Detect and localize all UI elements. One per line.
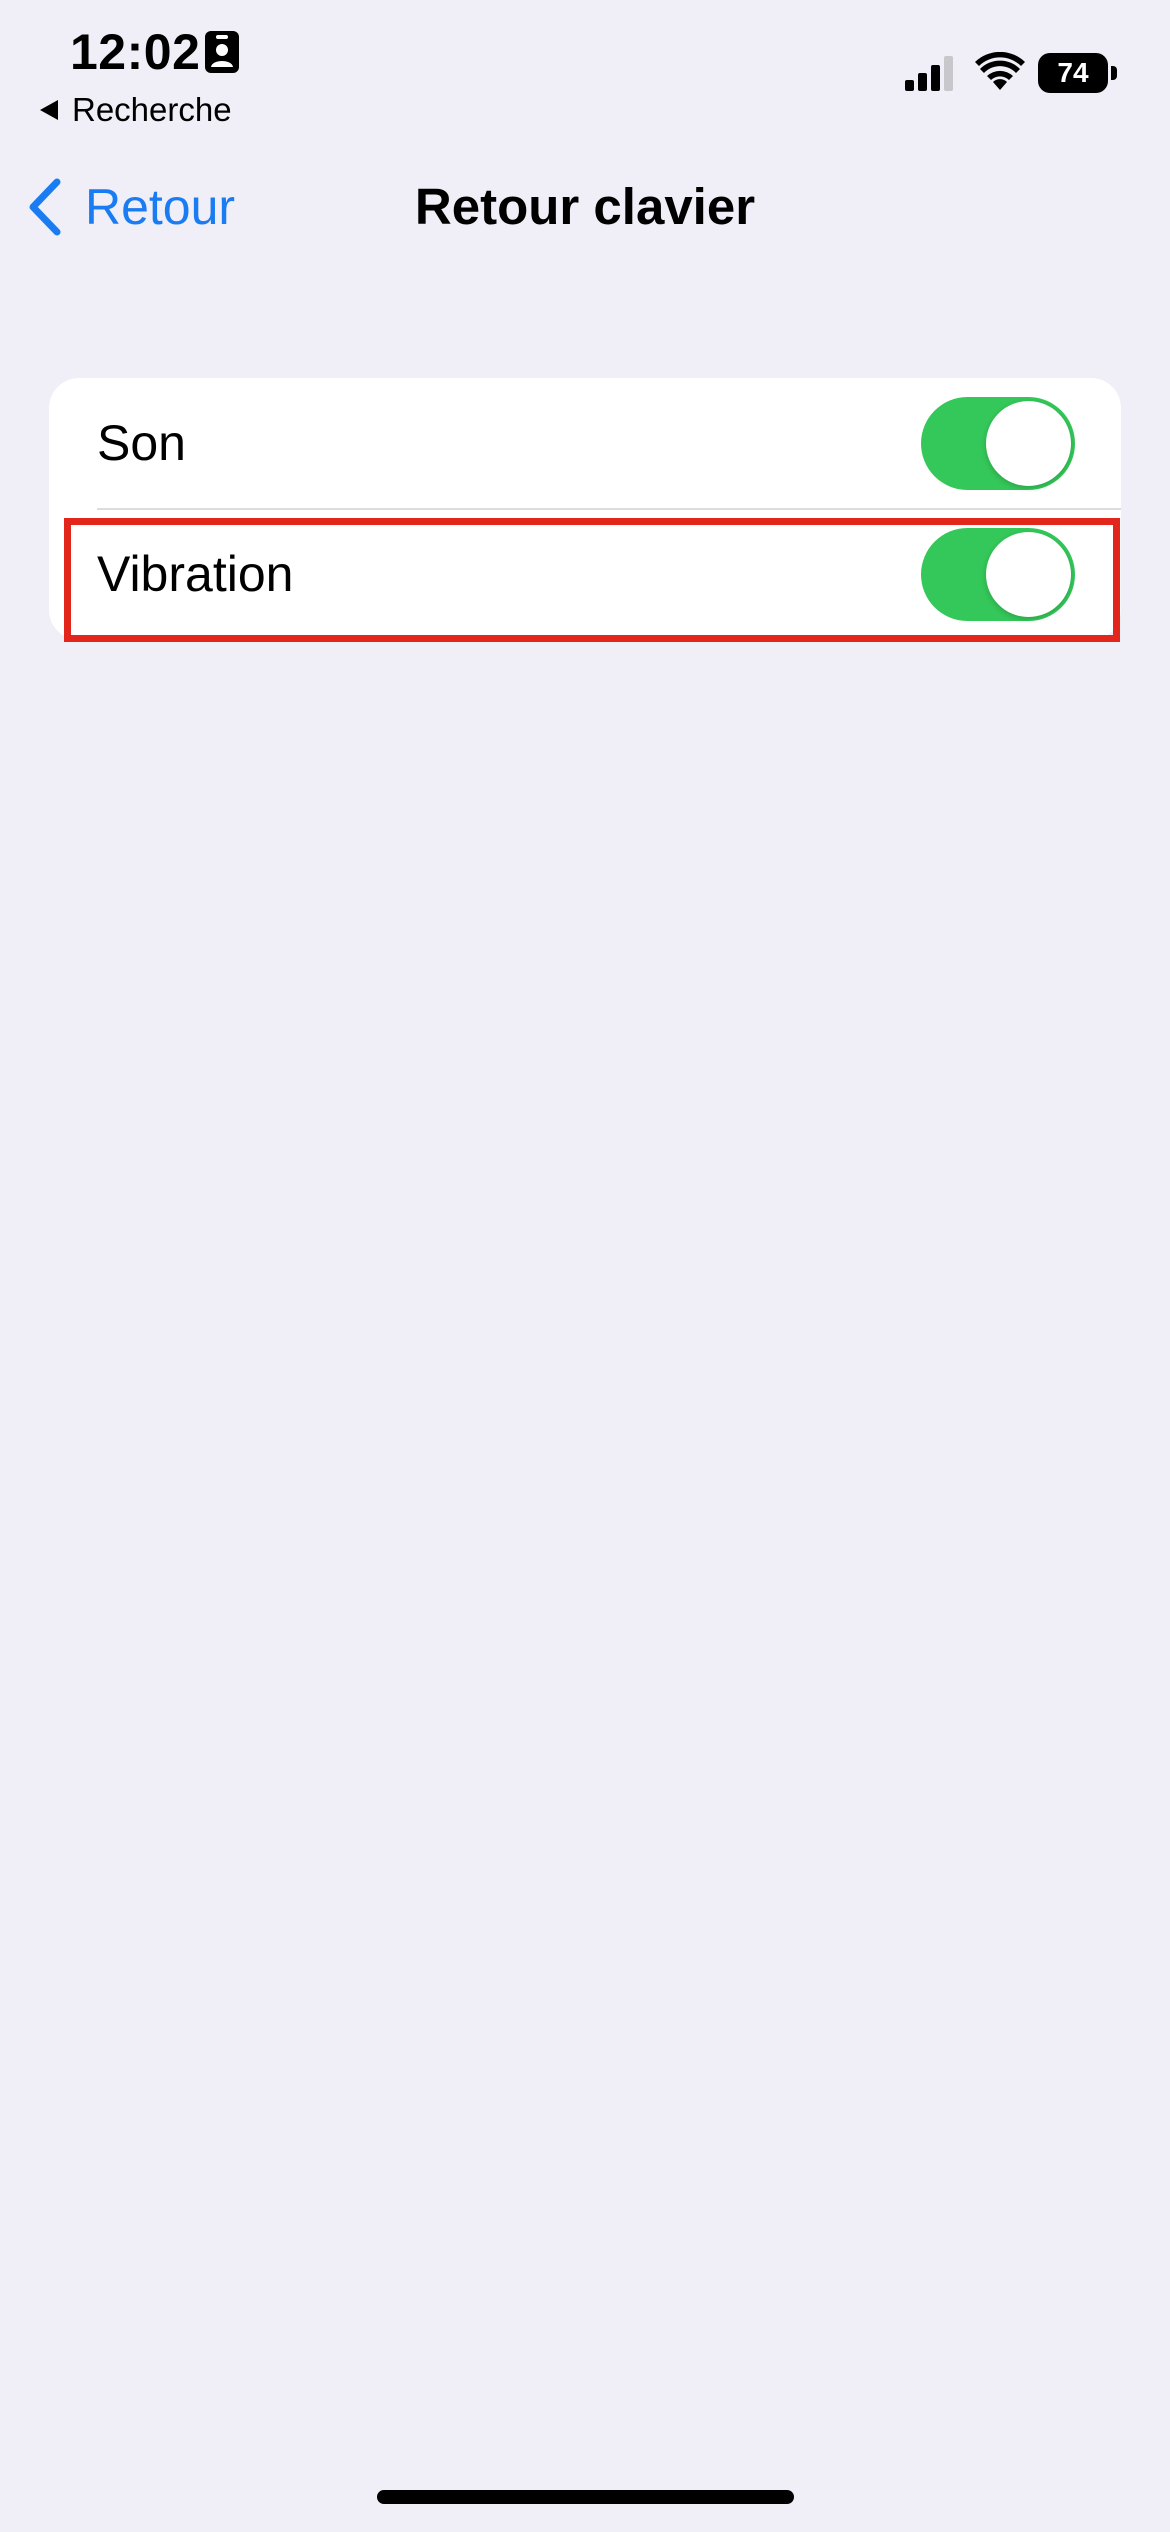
wifi-icon [975,52,1025,90]
son-toggle[interactable] [921,397,1075,490]
battery-level: 74 [1057,57,1089,88]
settings-group: Son Vibration [49,378,1121,640]
toggle-knob [986,532,1071,617]
toggle-knob [986,401,1071,486]
page-title: Retour clavier [414,178,756,235]
back-triangle-icon [40,100,58,120]
back-app-label: Recherche [72,91,232,128]
signal-icon [905,56,953,91]
row-label-vibration: Vibration [97,546,294,602]
battery-icon: 74 [1038,53,1118,93]
back-to-app-link[interactable]: Recherche [38,90,232,130]
row-label-son: Son [97,415,186,471]
id-badge-icon [205,31,239,73]
status-time: 12:02 [70,24,201,80]
home-indicator[interactable] [377,2490,794,2504]
settings-row-vibration: Vibration [49,509,1121,640]
settings-row-son: Son [49,378,1121,510]
vibration-toggle[interactable] [921,528,1075,621]
